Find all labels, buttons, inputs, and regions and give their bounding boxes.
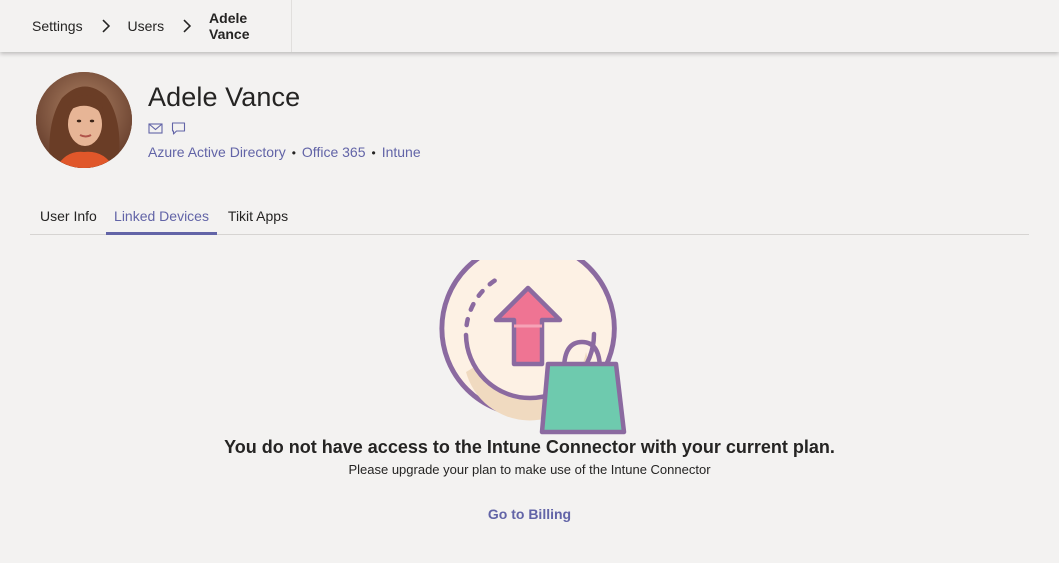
- profile-tabs: User Info Linked Devices Tikit Apps: [30, 198, 1029, 235]
- avatar: [36, 72, 132, 168]
- breadcrumb-current-user: Adele Vance: [209, 10, 250, 42]
- contact-actions: [148, 122, 186, 135]
- breadcrumb-settings[interactable]: Settings: [32, 18, 83, 34]
- go-to-billing-link[interactable]: Go to Billing: [488, 506, 571, 522]
- tab-user-info[interactable]: User Info: [30, 198, 106, 235]
- service-link-intune[interactable]: Intune: [382, 144, 421, 160]
- empty-state-heading: You do not have access to the Intune Con…: [224, 437, 835, 457]
- connected-services: Azure Active Directory • Office 365 • Intune: [148, 144, 421, 160]
- breadcrumb-users[interactable]: Users: [128, 18, 165, 34]
- chevron-right-icon: [183, 19, 192, 33]
- breadcrumb: Settings Users Adele Vance: [0, 0, 292, 52]
- empty-state-subtext: Please upgrade your plan to make use of …: [348, 462, 711, 477]
- separator-dot: •: [291, 146, 296, 160]
- billing-action: Go to Billing: [0, 506, 1059, 524]
- top-bar: Settings Users Adele Vance: [0, 0, 1059, 52]
- tab-linked-devices[interactable]: Linked Devices: [106, 198, 217, 235]
- service-link-azure-ad[interactable]: Azure Active Directory: [148, 144, 286, 160]
- separator-dot: •: [371, 146, 376, 160]
- chat-icon[interactable]: [171, 122, 186, 135]
- upgrade-shopping-bag-illustration: [439, 260, 627, 435]
- tab-tikit-apps[interactable]: Tikit Apps: [217, 198, 299, 235]
- mail-icon[interactable]: [148, 122, 163, 135]
- service-link-office-365[interactable]: Office 365: [302, 144, 366, 160]
- user-name: Adele Vance: [148, 82, 301, 112]
- chevron-right-icon: [102, 19, 110, 33]
